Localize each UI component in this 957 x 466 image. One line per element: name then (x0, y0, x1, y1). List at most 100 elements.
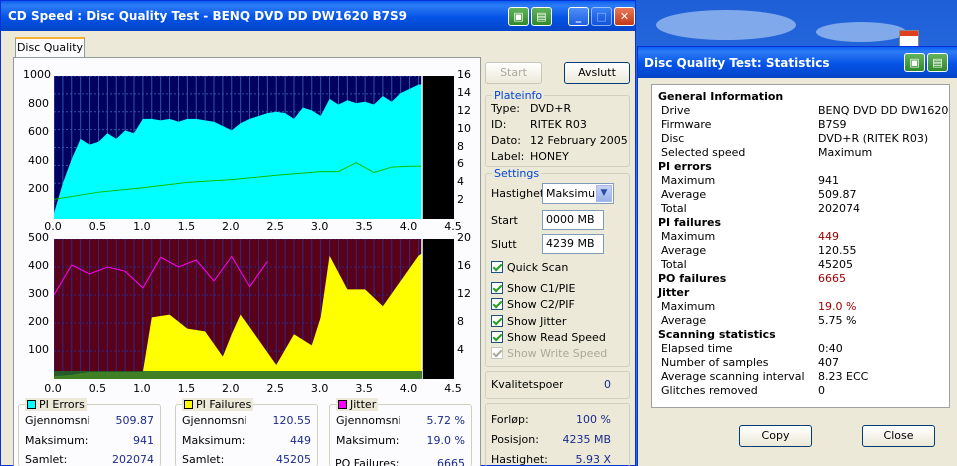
date-label: Dato: (491, 134, 521, 147)
x-tick-label: 2.0 (222, 382, 240, 395)
copy-button[interactable]: Copy (739, 425, 812, 447)
start-button[interactable]: Start (485, 62, 542, 84)
stats-row-value: 6665 (818, 272, 846, 285)
pie-total-value: 202074 (112, 453, 154, 466)
check-icon (491, 261, 503, 273)
stats-row-label: Selected speed (661, 146, 746, 159)
check-icon (491, 331, 503, 343)
id-label: ID: (491, 118, 507, 131)
stats-row-value: Maximum (818, 146, 873, 159)
y2-tick-label: 12 (457, 103, 471, 117)
progress-box: Forløp: 100 % Posisjon: 4235 MB Hastighe… (485, 403, 630, 466)
y2-tick-label: 12 (457, 287, 471, 300)
stats-row-value: BENQ DVD DD DW1620 (818, 104, 949, 117)
copy-screen-icon[interactable]: ▣ (508, 7, 529, 26)
y2-tick-label: 14 (457, 85, 471, 99)
date-value: 12 February 2005 (530, 134, 628, 147)
progress-label: Forløp: (491, 413, 529, 426)
show-c1-label: Show C1/PIE (507, 282, 576, 295)
minimize-button[interactable]: _ (568, 7, 589, 26)
settings-legend: Settings (492, 167, 542, 180)
check-icon (491, 347, 503, 359)
stats-row-label: Maximum (661, 174, 716, 187)
copy-screen-icon[interactable]: ▣ (904, 53, 925, 72)
x-tick-label: 4.0 (399, 382, 418, 395)
stats-row-value: 120.55 (818, 244, 857, 257)
save-icon[interactable]: ▤ (531, 7, 552, 26)
y2-tick-label: 6 (457, 157, 464, 171)
y2-tick-label: 16 (457, 259, 471, 272)
settings-group: Settings Hastighet Maksimum ▼ Start 0000… (485, 167, 630, 367)
close-stats-button[interactable]: Close (862, 425, 935, 447)
stats-row-value: 45205 (818, 258, 853, 271)
stats-row-label: Disc (661, 132, 685, 145)
y-tick-label: 100 (28, 343, 49, 356)
stats-row-label: Average scanning interval (661, 370, 805, 383)
label-value: HONEY (530, 150, 569, 163)
y-tick-label: 1000 (23, 68, 51, 81)
x-tick-label: 3.5 (355, 382, 373, 395)
stats-title-bar[interactable]: Disc Quality Test: Statistics ▣ ▤ (638, 47, 957, 78)
x-tick-label: 1.5 (177, 220, 196, 233)
stats-row-label: Total (661, 202, 687, 215)
x-tick-label: 0.5 (88, 220, 107, 233)
jitter-max-value: 19.0 % (426, 434, 465, 447)
maximize-button: □ (591, 7, 612, 26)
stats-row-label: Total (661, 258, 687, 271)
jitter-legend: Jitter (336, 398, 379, 411)
pi-errors-plot (53, 75, 455, 219)
tab-disc-quality[interactable]: Disc Quality (15, 37, 85, 58)
stats-row-label: Average (661, 244, 707, 257)
start-mb-label: Start (491, 214, 518, 227)
pi-failures-chart (53, 238, 455, 379)
pif-avg-value: 120.55 (272, 414, 312, 427)
stats-row-value: DVD+R (RITEK R03) (818, 132, 929, 145)
plateinfo-legend: Plateinfo (492, 89, 545, 102)
check-icon (491, 298, 503, 310)
pif-total-label: Samlet: (182, 453, 225, 466)
stats-row-label: Maximum (661, 300, 716, 313)
legend-swatch-icon (184, 400, 193, 409)
stats-section-heading: General Information (658, 90, 784, 103)
stats-row-label: Number of samples (661, 356, 769, 369)
x-tick-label: 2.5 (266, 382, 284, 395)
pi-errors-group: PI Errors Gjennomsnit 509.87 Maksimum: 9… (18, 398, 161, 466)
show-write-speed-checkbox: Show Write Speed (491, 347, 607, 360)
stats-row-label: Firmware (661, 118, 712, 131)
end-mb-input[interactable]: 4239 MB (542, 234, 604, 254)
show-read-speed-checkbox[interactable]: Show Read Speed (491, 331, 606, 344)
stats-row-value: 0 (818, 384, 825, 397)
pif-max-label: Maksimum: (182, 434, 246, 447)
stats-section-heading: PO failures (658, 272, 727, 285)
show-c2-label: Show C2/PIF (507, 298, 575, 311)
y2-tick-label: 16 (457, 68, 471, 81)
stats-row-value: 19.0 % (818, 300, 857, 313)
close-button[interactable]: ✕ (614, 7, 635, 26)
title-bar[interactable]: CD Speed : Disc Quality Test - BENQ DVD … (1, 1, 635, 31)
jitter-max-label: Maksimum: (336, 434, 400, 447)
show-write-speed-label: Show Write Speed (507, 347, 608, 360)
x-tick-label: 0.5 (88, 382, 107, 395)
exit-button[interactable]: Avslutt (564, 62, 630, 84)
x-tick-label: 4.0 (399, 220, 418, 233)
y2-tick-label: 8 (457, 315, 464, 328)
stats-row-value: 202074 (818, 202, 860, 215)
po-failures-value: 6665 (437, 457, 465, 466)
chevron-down-icon[interactable]: ▼ (596, 185, 612, 202)
cloud-decoration (816, 22, 906, 42)
pie-avg-label: Gjennomsnit (25, 414, 89, 427)
pie-max-value: 941 (133, 434, 154, 447)
show-c2-checkbox[interactable]: Show C2/PIF (491, 298, 575, 311)
quick-scan-checkbox[interactable]: Quick Scan (491, 261, 568, 274)
x-tick-label: 3.0 (310, 220, 329, 233)
end-mb-label: Slutt (491, 238, 517, 251)
start-mb-input[interactable]: 0000 MB (542, 210, 604, 230)
x-tick-label: 2.5 (266, 220, 284, 233)
show-jitter-checkbox[interactable]: Show Jitter (491, 315, 566, 328)
unscanned-region (422, 239, 454, 379)
show-c1-checkbox[interactable]: Show C1/PIE (491, 282, 575, 295)
legend-swatch-icon (338, 400, 347, 409)
stats-row-value: 509.87 (818, 188, 857, 201)
save-icon[interactable]: ▤ (927, 53, 948, 72)
stats-row-label: Drive (661, 104, 691, 117)
